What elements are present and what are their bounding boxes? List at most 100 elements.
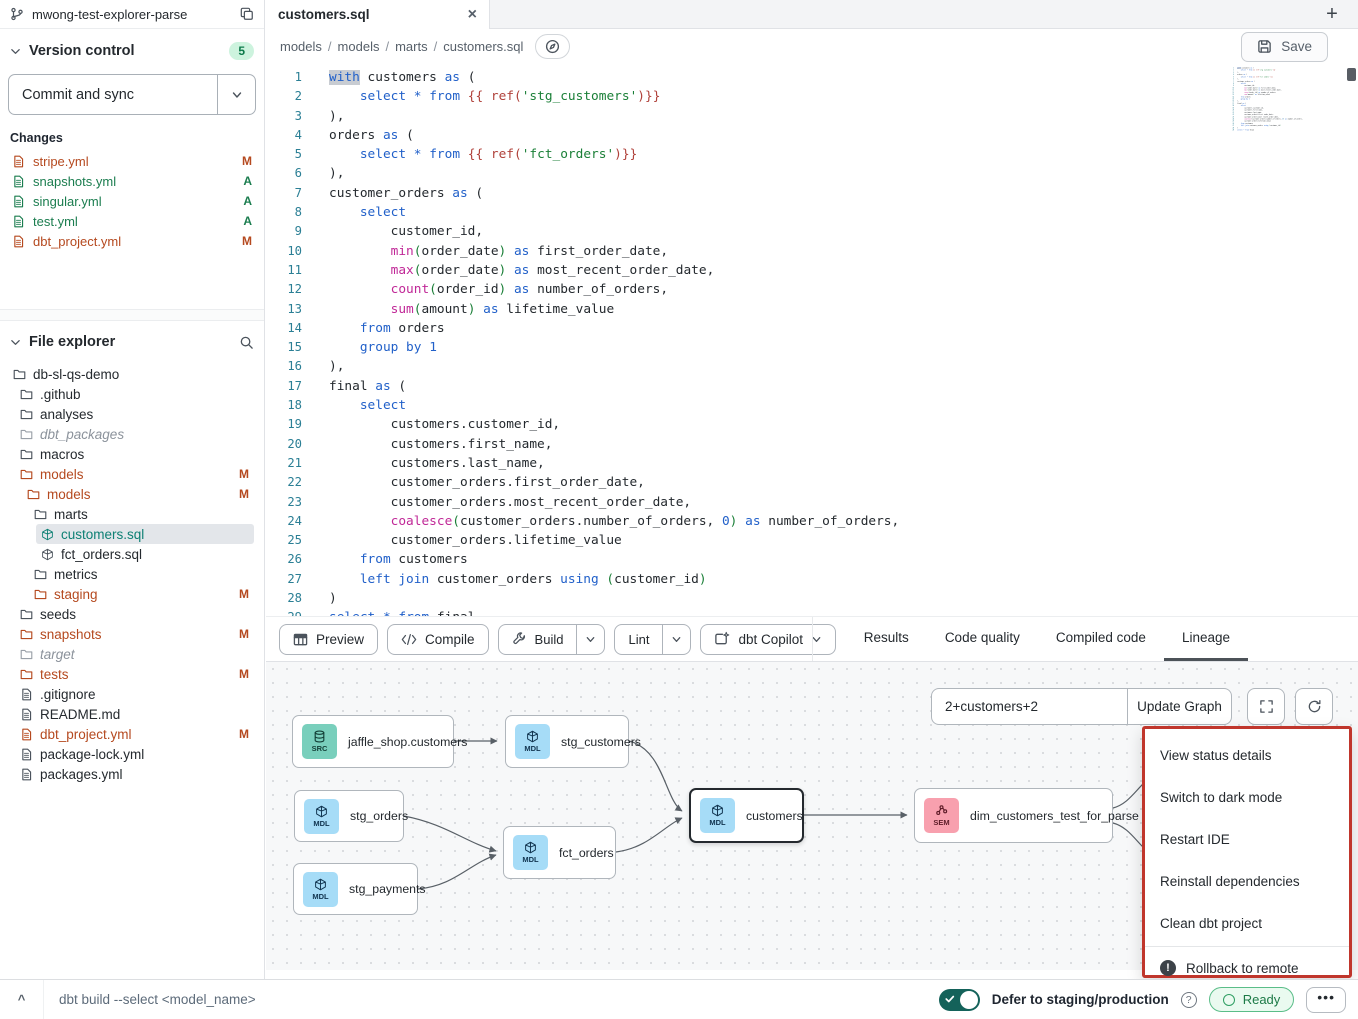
tree-item-db-sl-qs-demo[interactable]: db-sl-qs-demo	[0, 364, 264, 384]
tree-item-customers-sql[interactable]: customers.sql	[0, 524, 264, 544]
compile-button[interactable]: Compile	[387, 624, 489, 655]
tree-item-metrics[interactable]: metrics	[0, 564, 264, 584]
tree-item-staging[interactable]: stagingM	[0, 584, 264, 604]
tree-item-label: db-sl-qs-demo	[33, 367, 119, 382]
model-icon	[41, 528, 54, 541]
command-input[interactable]: dbt build --select <model_name>	[44, 992, 256, 1007]
line-number: 14	[266, 319, 302, 337]
chevron-down-icon[interactable]	[10, 337, 21, 348]
lineage-node-stg-orders[interactable]: MDLstg_orders	[294, 790, 404, 842]
tree-item-fct-orders-sql[interactable]: fct_orders.sql	[0, 544, 264, 564]
tree-item-dbt-project-yml[interactable]: dbt_project.ymlM	[0, 724, 264, 744]
code-line: 28)	[266, 589, 1358, 608]
copilot-sparkle-icon	[714, 631, 730, 647]
lint-options-button[interactable]	[662, 625, 690, 654]
change-status: A	[243, 174, 252, 188]
tab-code-quality[interactable]: Code quality	[927, 617, 1038, 661]
scrollbar-thumb[interactable]	[1347, 68, 1356, 81]
file-icon	[12, 175, 25, 188]
dbt-copilot-button[interactable]: dbt Copilot	[700, 624, 836, 655]
file-icon	[12, 155, 25, 168]
save-button[interactable]: Save	[1241, 32, 1328, 62]
code-editor[interactable]: 1with customers as (2 select * from {{ r…	[266, 64, 1358, 617]
code-line: 21 customers.last_name,	[266, 454, 1358, 473]
tree-item-models[interactable]: modelsM	[0, 464, 264, 484]
tree-item-package-lock-yml[interactable]: package-lock.yml	[0, 744, 264, 764]
file-icon	[12, 235, 25, 248]
tree-item-dbt-packages[interactable]: dbt_packages	[0, 424, 264, 444]
code-line: 13 sum(amount) as lifetime_value	[266, 300, 1358, 319]
menu-item-clean-dbt-project[interactable]: Clean dbt project	[1145, 902, 1349, 944]
tab-lineage[interactable]: Lineage	[1164, 617, 1248, 661]
status-bar: ^ dbt build --select <model_name> Defer …	[0, 979, 1358, 1019]
tree-item-target[interactable]: target	[0, 644, 264, 664]
refresh-button[interactable]	[1295, 688, 1333, 725]
breadcrumb-item[interactable]: models	[338, 39, 380, 54]
tab-strip: customers.sql × +	[266, 0, 1358, 29]
tree-item-readme-md[interactable]: README.md	[0, 704, 264, 724]
tree-item-tests[interactable]: testsM	[0, 664, 264, 684]
tree-item-inner: stagingM	[29, 584, 254, 604]
lineage-node-fct-orders[interactable]: MDLfct_orders	[503, 826, 616, 879]
new-tab-button[interactable]: +	[1306, 0, 1358, 28]
lineage-selector-input[interactable]: 2+customers+2	[932, 689, 1128, 724]
commit-and-sync-button[interactable]: Commit and sync	[9, 75, 217, 114]
tree-item-macros[interactable]: macros	[0, 444, 264, 464]
tab-results[interactable]: Results	[846, 617, 927, 661]
change-row[interactable]: snapshots.ymlA	[0, 171, 264, 191]
chevron-down-icon[interactable]	[10, 46, 21, 57]
change-row[interactable]: dbt_project.ymlM	[0, 231, 264, 251]
defer-toggle[interactable]	[939, 989, 980, 1011]
code-line: 1with customers as (	[266, 68, 1358, 87]
tab-customers-sql[interactable]: customers.sql ×	[266, 0, 490, 29]
expand-command-bar-button[interactable]: ^	[0, 980, 44, 1019]
cube-icon: MDL	[304, 799, 339, 834]
change-row[interactable]: stripe.ymlM	[0, 151, 264, 171]
lineage-node-dim-customers-test-for-parse[interactable]: SEMdim_customers_test_for_parse	[914, 788, 1113, 843]
lineage-node-customers[interactable]: MDLcustomers	[689, 788, 804, 843]
lineage-node-jaffle-shop-customers[interactable]: SRCjaffle_shop.customers	[292, 715, 454, 768]
change-row[interactable]: singular.ymlA	[0, 191, 264, 211]
tree-item--gitignore[interactable]: .gitignore	[0, 684, 264, 704]
copy-icon[interactable]	[240, 7, 254, 21]
lineage-node-stg-payments[interactable]: MDLstg_payments	[293, 863, 418, 915]
tree-item--github[interactable]: .github	[0, 384, 264, 404]
line-number: 12	[266, 280, 302, 298]
change-row[interactable]: test.ymlA	[0, 211, 264, 231]
menu-item-view-status-details[interactable]: View status details	[1145, 734, 1349, 776]
build-button[interactable]: Build	[499, 625, 577, 654]
tree-item-seeds[interactable]: seeds	[0, 604, 264, 624]
tree-item-inner: customers.sql	[36, 524, 254, 544]
toolbar-divider	[812, 617, 813, 661]
tree-item-packages-yml[interactable]: packages.yml	[0, 764, 264, 784]
code-line: 18 select	[266, 396, 1358, 415]
menu-item-switch-to-dark-mode[interactable]: Switch to dark mode	[1145, 776, 1349, 818]
compass-icon[interactable]	[535, 34, 570, 59]
tree-item-models[interactable]: modelsM	[0, 484, 264, 504]
tree-item-marts[interactable]: marts	[0, 504, 264, 524]
status-ready-badge[interactable]: Ready	[1209, 987, 1295, 1012]
tree-item-analyses[interactable]: analyses	[0, 404, 264, 424]
tab-compiled-code[interactable]: Compiled code	[1038, 617, 1164, 661]
lineage-node-stg-customers[interactable]: MDLstg_customers	[505, 715, 629, 768]
menu-item-reinstall-dependencies[interactable]: Reinstall dependencies	[1145, 860, 1349, 902]
menu-item-restart-ide[interactable]: Restart IDE	[1145, 818, 1349, 860]
breadcrumb-item[interactable]: models	[280, 39, 322, 54]
tree-item-inner: testsM	[15, 664, 254, 684]
breadcrumb-item[interactable]: customers.sql	[443, 39, 523, 54]
tree-item-snapshots[interactable]: snapshotsM	[0, 624, 264, 644]
commit-options-button[interactable]	[217, 75, 255, 114]
tree-item-label: models	[47, 487, 91, 502]
lint-button[interactable]: Lint	[615, 625, 662, 654]
build-options-button[interactable]	[576, 625, 604, 654]
preview-button[interactable]: Preview	[279, 624, 378, 655]
more-options-button[interactable]: •••	[1306, 987, 1346, 1013]
update-graph-button[interactable]: Update Graph	[1128, 689, 1231, 724]
help-icon[interactable]: ?	[1181, 992, 1197, 1008]
line-number: 21	[266, 454, 302, 472]
search-icon[interactable]	[239, 335, 254, 350]
breadcrumb-item[interactable]: marts	[395, 39, 428, 54]
tree-item-label: seeds	[40, 607, 76, 622]
fullscreen-button[interactable]	[1247, 688, 1285, 725]
close-icon[interactable]: ×	[468, 7, 477, 23]
